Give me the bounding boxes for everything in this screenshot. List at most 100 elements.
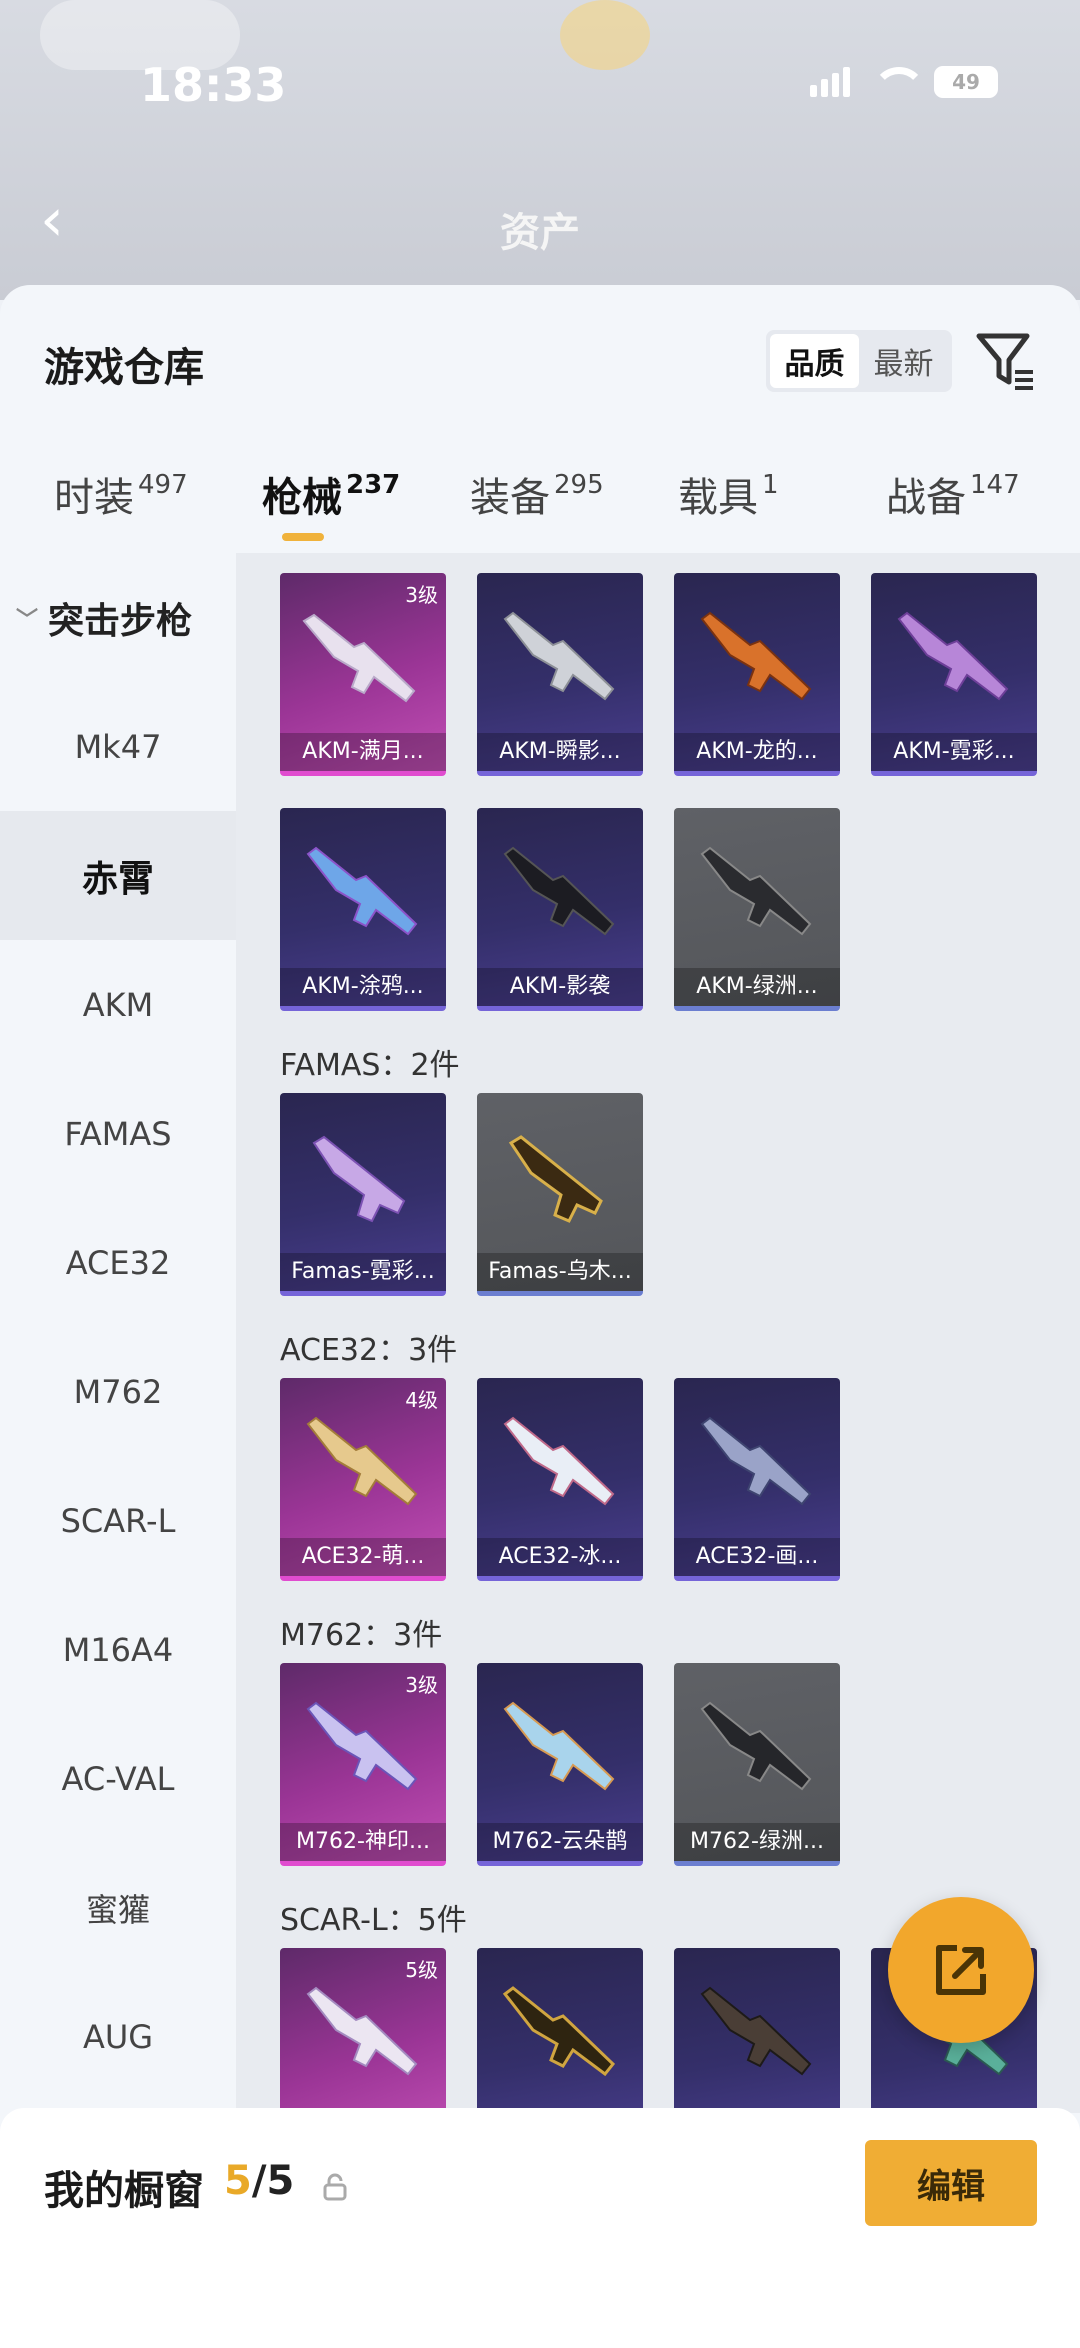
tab-equipment[interactable]: 装备 295 (470, 465, 604, 523)
weapon-card[interactable]: 3级 AKM-满月... (280, 573, 446, 776)
weapon-name: AKM-涂鸦... (280, 968, 446, 1006)
chevron-down-icon: ﹀ (16, 607, 39, 633)
weapon-card[interactable]: 4级 ACE32-萌... (280, 1378, 446, 1581)
tab-fashion[interactable]: 时装 497 (54, 465, 188, 523)
lock-icon[interactable] (322, 2173, 348, 2201)
filter-icon[interactable] (975, 330, 1035, 392)
active-tab-indicator (282, 533, 324, 541)
tab-weapons[interactable]: 枪械 237 (262, 465, 400, 523)
showcase-count: 5/5 (224, 2158, 294, 2204)
weapon-card[interactable]: Famas-霓彩... (280, 1093, 446, 1296)
weapon-name: Famas-乌木... (477, 1253, 643, 1291)
rifle-icon (897, 611, 1009, 701)
sidebar-item-m16a4[interactable]: M16A4 (0, 1585, 236, 1714)
sidebar-item-ac-val[interactable]: AC-VAL (0, 1714, 236, 1843)
weapon-sidebar: ﹀ 突击步枪 Mk47 赤霄 AKM FAMAS ACE32 M762 SCAR… (0, 553, 236, 2113)
weapon-name: M762-绿洲... (674, 1823, 840, 1861)
rifle-icon (700, 1986, 812, 2076)
sort-toggle: 品质 最新 (766, 330, 952, 392)
weapon-name: ACE32-冰... (477, 1538, 643, 1576)
status-time: 18:33 (140, 58, 287, 112)
rifle-icon (700, 846, 812, 936)
rifle-icon (700, 611, 812, 701)
category-tabs: 时装 497 枪械 237 装备 295 载具 1 战备 147 (0, 465, 1080, 545)
weapon-name: Famas-霓彩... (280, 1253, 446, 1291)
weapon-card[interactable] (674, 1948, 840, 2113)
sort-option-latest[interactable]: 最新 (859, 334, 948, 388)
showcase-bar: 我的橱窗 5/5 编辑 (0, 2108, 1080, 2348)
weapon-card[interactable]: M762-云朵鹊 (477, 1663, 643, 1866)
battery-icon: 49 (934, 66, 998, 98)
section-title-m762: M762：3件 (280, 1618, 443, 1653)
sidebar-group-assault-rifles[interactable]: ﹀ 突击步枪 (0, 553, 236, 682)
sidebar-item-ace32[interactable]: ACE32 (0, 1198, 236, 1327)
tab-supplies[interactable]: 战备 147 (886, 465, 1020, 523)
weapon-name: AKM-霓彩... (871, 733, 1037, 771)
weapon-grid: 3级 AKM-满月... AKM-瞬影... AKM-龙的... AKM-霓彩.… (236, 553, 1080, 2113)
weapon-card[interactable]: M762-绿洲... (674, 1663, 840, 1866)
rifle-icon (503, 846, 615, 936)
share-button[interactable] (888, 1897, 1034, 2043)
weapon-name: M762-神印... (280, 1823, 446, 1861)
weapon-card[interactable]: Famas-乌木... (477, 1093, 643, 1296)
sidebar-item-chixiao[interactable]: 赤霄 (0, 811, 236, 940)
sidebar-item-aug[interactable]: AUG (0, 1972, 236, 2101)
rifle-icon (306, 1701, 418, 1791)
rifle-icon (312, 1135, 406, 1223)
weapon-name: AKM-满月... (280, 733, 446, 771)
sidebar-item-honey-badger[interactable]: 蜜獾 (0, 1843, 236, 1972)
sheet-title: 游戏仓库 (44, 345, 204, 391)
sidebar-item-m762[interactable]: M762 (0, 1327, 236, 1456)
rifle-icon (503, 1416, 615, 1506)
share-icon (936, 1945, 986, 1995)
background-blur (560, 0, 650, 70)
showcase-count-total: /5 (251, 2158, 295, 2204)
weapon-card[interactable]: AKM-瞬影... (477, 573, 643, 776)
weapon-name: AKM-瞬影... (477, 733, 643, 771)
showcase-count-current: 5 (224, 2158, 252, 2204)
status-icons: 49 (810, 66, 998, 98)
section-title-scar-l: SCAR-L：5件 (280, 1903, 467, 1938)
weapon-card[interactable]: AKM-霓彩... (871, 573, 1037, 776)
sidebar-item-akm[interactable]: AKM (0, 940, 236, 1069)
sidebar-item-scar-l[interactable]: SCAR-L (0, 1456, 236, 1585)
weapon-name: ACE32-萌... (280, 1538, 446, 1576)
weapon-card[interactable]: AKM-龙的... (674, 573, 840, 776)
weapon-card[interactable]: 3级 M762-神印... (280, 1663, 446, 1866)
weapon-name: AKM-龙的... (674, 733, 840, 771)
sidebar-item-famas[interactable]: FAMAS (0, 1069, 236, 1198)
section-title-ace32: ACE32：3件 (280, 1333, 458, 1368)
sidebar-item-mk47[interactable]: Mk47 (0, 682, 236, 811)
weapon-card[interactable]: AKM-绿洲... (674, 808, 840, 1011)
weapon-name: AKM-影袭 (477, 968, 643, 1006)
page-title: 资产 (500, 210, 580, 256)
weapon-card[interactable]: AKM-影袭 (477, 808, 643, 1011)
rifle-icon (502, 1986, 616, 2077)
rifle-icon (302, 613, 416, 703)
signal-icon (810, 67, 850, 97)
weapon-name: AKM-绿洲... (674, 968, 840, 1006)
rifle-icon (306, 1986, 418, 2076)
weapon-card[interactable]: 5级 (280, 1948, 446, 2113)
weapon-name: ACE32-画... (674, 1538, 840, 1576)
weapon-name: M762-云朵鹊 (477, 1823, 643, 1861)
weapon-card[interactable] (477, 1948, 643, 2113)
weapon-card[interactable]: ACE32-画... (674, 1378, 840, 1581)
warehouse-sheet: 游戏仓库 品质 最新 时装 497 枪械 237 装备 295 载具 1 战备 147 ﹀… (0, 285, 1080, 2348)
rifle-icon (508, 1135, 603, 1223)
rifle-icon (306, 846, 418, 936)
section-title-famas: FAMAS：2件 (280, 1048, 460, 1083)
sort-option-quality[interactable]: 品质 (770, 334, 859, 388)
weapon-card[interactable]: AKM-涂鸦... (280, 808, 446, 1011)
showcase-label: 我的橱窗 (44, 2168, 204, 2214)
sidebar-group-label: 突击步枪 (48, 600, 193, 642)
rifle-icon (503, 1701, 615, 1791)
rifle-icon (503, 611, 615, 701)
rifle-icon (700, 1701, 812, 1791)
rifle-icon (306, 1416, 418, 1506)
background-screen: 18:33 49 ‹ 资产 (0, 0, 1080, 300)
weapon-card[interactable]: ACE32-冰... (477, 1378, 643, 1581)
tab-vehicles[interactable]: 载具 1 (678, 465, 779, 523)
edit-button[interactable]: 编辑 (865, 2140, 1037, 2226)
rifle-icon (700, 1416, 812, 1506)
